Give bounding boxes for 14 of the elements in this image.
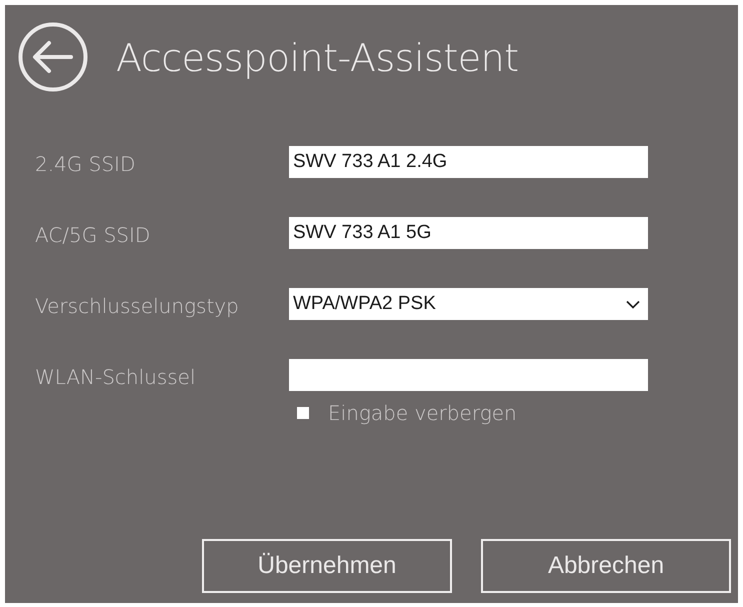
field-label: 2.4G SSID (35, 151, 136, 178)
field-label: Verschlusselungstyp (35, 293, 240, 320)
dropdown-field[interactable]: WPA/WPA2 PSK (289, 288, 648, 320)
cancel-button[interactable]: Abbrechen (481, 539, 731, 593)
window-title: Accesspoint-Assistent (116, 39, 519, 77)
field-label: AC/5G SSID (35, 222, 152, 249)
hide-input-checkbox[interactable] (297, 407, 309, 419)
field-label: WLAN-Schlussel (35, 364, 197, 391)
chevron-down-icon (626, 300, 640, 308)
text-field[interactable]: SWV 733 A1 2.4G (289, 146, 648, 178)
text-field[interactable] (289, 359, 648, 391)
back-icon[interactable] (18, 22, 88, 92)
apply-button[interactable]: Übernehmen (202, 539, 452, 593)
text-field[interactable]: SWV 733 A1 5G (289, 217, 648, 249)
